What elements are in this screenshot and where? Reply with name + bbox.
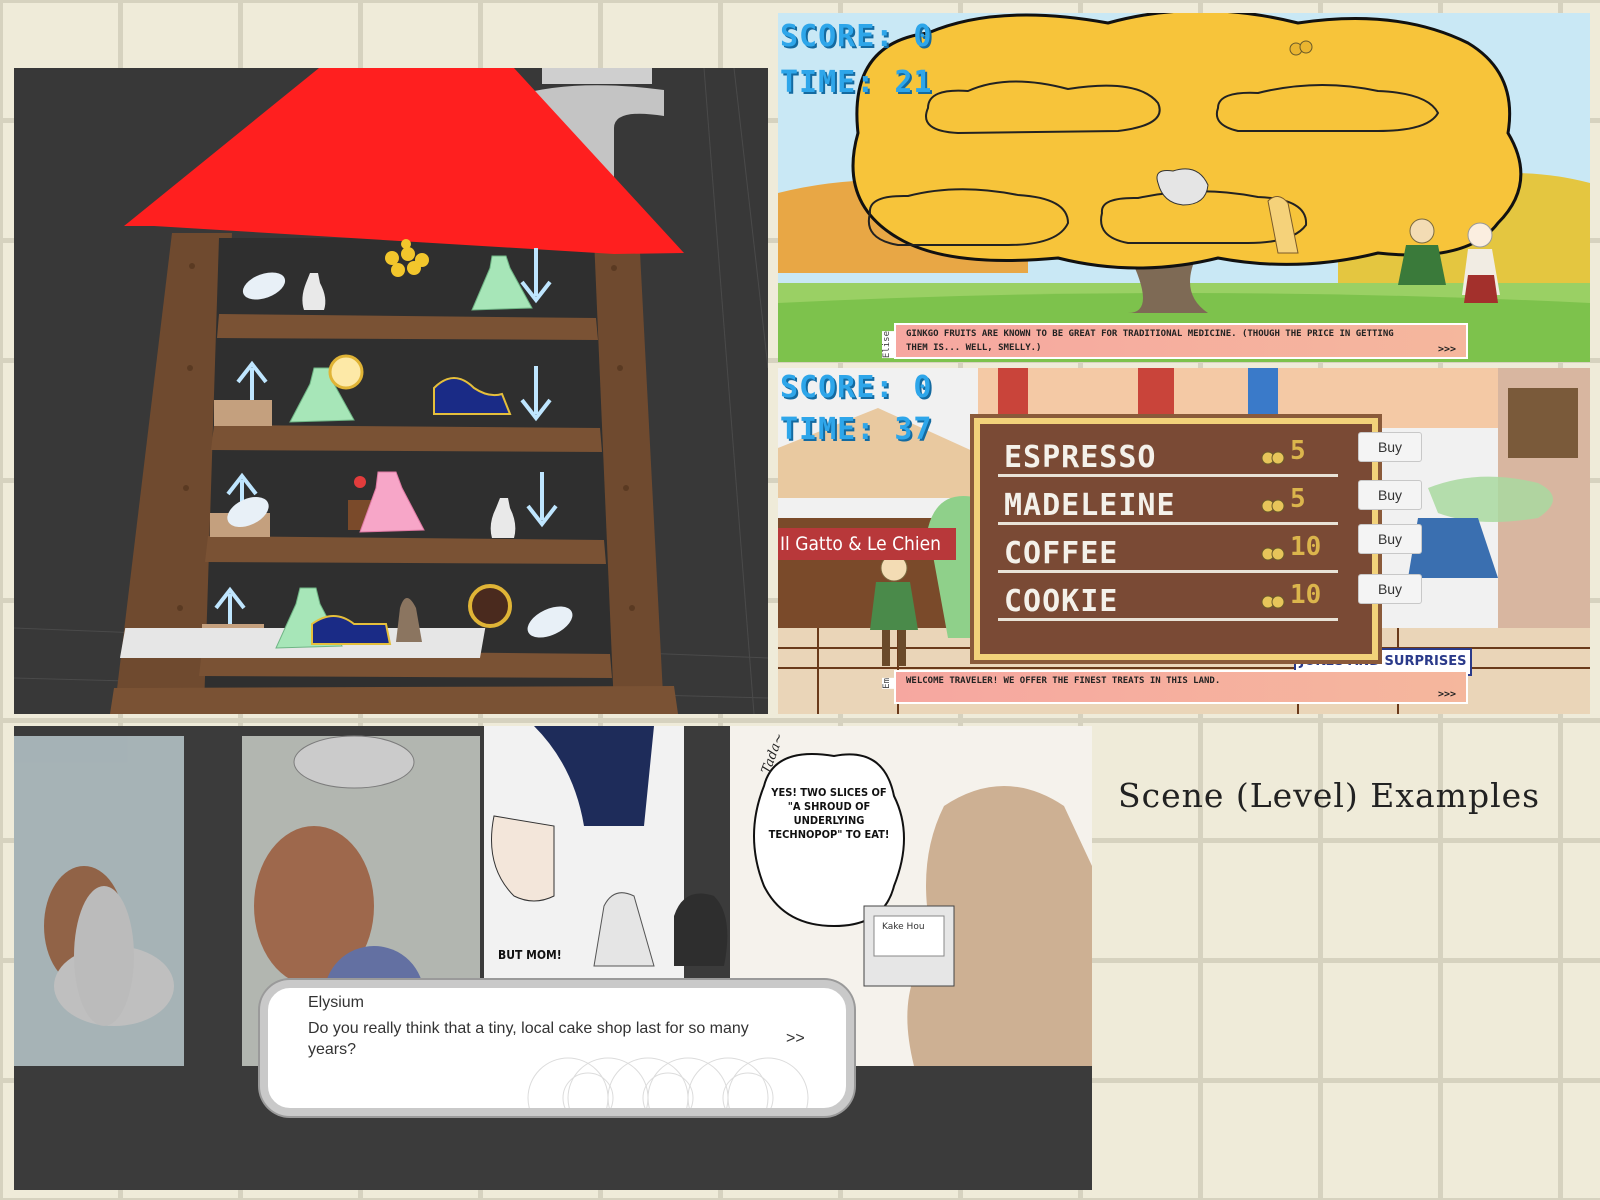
menu-item-name: MADELEINE <box>1004 488 1176 523</box>
buy-button-cookie[interactable]: Buy <box>1358 574 1422 604</box>
portrait-item[interactable] <box>328 354 364 390</box>
menu-item-name: COFFEE <box>1004 536 1119 571</box>
flower-item[interactable] <box>354 476 366 488</box>
dark-hair-girl-figure <box>674 893 728 966</box>
score-counter: SCORE: 0 <box>780 19 933 54</box>
menu-item-price: 5 <box>1290 436 1306 466</box>
shop-game-panel: SCORE: 0 TIME: 37 Il Gatto & Le Chien JO… <box>778 368 1590 714</box>
menu-item-name: COOKIE <box>1004 584 1119 619</box>
dialogue-text: WELCOME TRAVELER! WE OFFER THE FINEST TR… <box>906 676 1221 686</box>
dialogue-strip[interactable]: Em WELCOME TRAVELER! WE OFFER THE FINEST… <box>882 670 1468 704</box>
dialogue-next-button[interactable]: >>> <box>1438 344 1456 355</box>
dialogue-strip[interactable]: Elise GINKGO FRUITS ARE KNOWN TO BE GREA… <box>882 323 1468 359</box>
buy-button-espresso[interactable]: Buy <box>1358 432 1422 462</box>
but-mom-label: BUT MOM! <box>498 948 562 962</box>
menu-item-name: ESPRESSO <box>1004 440 1157 475</box>
ginkgo-coin-icon <box>1261 595 1285 609</box>
ginkgo-fruit-icon[interactable] <box>1289 40 1313 56</box>
comic-scene-panel: YES! TWO SLICES OF "A SHROUD OF UNDERLYI… <box>14 726 1092 1190</box>
dialogue-box[interactable]: Elysium Do you really think that a tiny,… <box>260 980 854 1116</box>
cake-box-sign: Kake Hou <box>882 922 925 932</box>
menu-row: COOKIE 10 <box>998 578 1338 621</box>
buy-button-coffee[interactable]: Buy <box>1358 524 1422 554</box>
shelf-scene <box>14 68 768 714</box>
portrait-item[interactable] <box>468 584 512 628</box>
dialogue-speaker: Elise <box>882 331 894 359</box>
dialogue-next-button[interactable]: >> <box>786 1030 805 1048</box>
shop-sign: Il Gatto & Le Chien <box>778 528 956 560</box>
shelf-editor-panel <box>14 68 768 714</box>
time-counter: TIME: 37 <box>780 412 933 447</box>
menu-row: MADELEINE 5 <box>998 482 1338 525</box>
dialogue-next-button[interactable]: >>> <box>1438 689 1456 700</box>
menu-item-price: 10 <box>1290 532 1322 562</box>
menu-item-price: 5 <box>1290 484 1306 514</box>
ginkgo-coin-icon <box>1261 451 1285 465</box>
menu-row: COFFEE 10 <box>998 530 1338 573</box>
menu-item-price: 10 <box>1290 580 1322 610</box>
score-counter: SCORE: 0 <box>780 370 933 405</box>
buy-button-madeleine[interactable]: Buy <box>1358 480 1422 510</box>
dialogue-text: Do you really think that a tiny, local c… <box>308 1020 749 1058</box>
dialogue-speaker: Em <box>882 678 894 689</box>
time-counter: TIME: 21 <box>780 65 933 100</box>
menu-board: ESPRESSO 5 MADELEINE 5 COFFEE 10 COOKIE … <box>974 418 1378 660</box>
bush-decoration <box>1428 476 1553 522</box>
menu-row: ESPRESSO 5 <box>998 434 1338 477</box>
stair-item[interactable] <box>214 400 272 426</box>
page-caption: Scene (Level) Examples <box>1118 776 1541 815</box>
ginkgo-coin-icon <box>1261 499 1285 513</box>
dialogue-speaker: Elysium <box>308 994 365 1011</box>
tree-game-panel: SCORE: 0 TIME: 21 Elise GINKGO FRUITS AR… <box>778 13 1590 362</box>
ginkgo-coin-icon <box>1261 547 1285 561</box>
dialogue-text: GINKGO FRUITS ARE KNOWN TO BE GREAT FOR … <box>906 329 1394 353</box>
speech-bubble-text: YES! TWO SLICES OF "A SHROUD OF UNDERLYI… <box>768 786 890 841</box>
